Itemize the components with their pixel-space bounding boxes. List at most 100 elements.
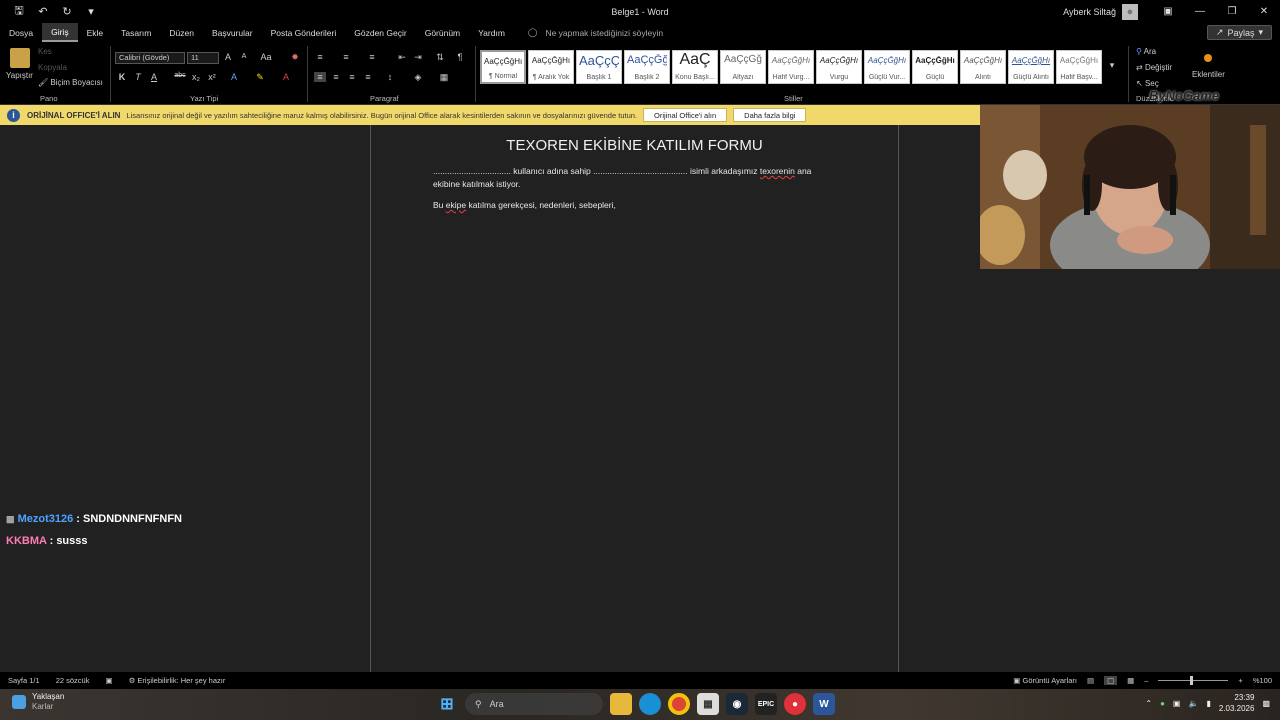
style-heading-1[interactable]: AaÇçÇ Başlık 1 [576,50,622,84]
record-app-icon[interactable]: ● [784,693,806,715]
zoom-slider[interactable] [1158,676,1229,685]
grow-font-icon[interactable]: A [222,52,234,62]
zoom-level[interactable]: %100 [1253,676,1272,685]
save-icon[interactable]: 🖫 [12,5,26,19]
tab-mailings[interactable]: Posta Gönderileri [262,23,346,42]
store-icon[interactable]: ▦ [697,693,719,715]
get-office-button[interactable]: Orijinal Office'i alın [643,108,728,122]
clock[interactable]: 23:39 2.03.2026 [1219,692,1255,714]
highlight-icon[interactable]: ✎ [254,72,266,83]
sort-icon[interactable]: ⇅ [434,52,446,63]
document-page[interactable]: TEXOREN EKİBİNE KATILIM FORMU ..........… [370,125,899,672]
bold-button[interactable]: K [116,72,128,82]
notification-icon[interactable]: ▩ [1262,699,1270,708]
format-painter-button[interactable]: 🖌 Biçim Boyacısı [38,78,103,87]
tab-view[interactable]: Görünüm [416,23,469,42]
find-button[interactable]: ⚲ Ara [1136,47,1156,56]
tab-design[interactable]: Tasarım [112,23,160,42]
justify-icon[interactable]: ≡ [362,72,374,82]
minimize-button[interactable]: — [1184,6,1216,17]
zoom-in-icon[interactable]: + [1238,676,1242,685]
tab-layout[interactable]: Düzen [160,23,203,42]
align-center-icon[interactable]: ≡ [330,72,342,82]
zoom-thumb[interactable] [1190,676,1194,685]
addins-button[interactable]: Eklentiler [1192,70,1225,79]
windows-start-icon[interactable]: ⊞ [436,693,458,715]
mic-icon[interactable]: ● [1160,699,1165,708]
tab-help[interactable]: Yardım [469,23,514,42]
shrink-font-icon[interactable]: A [238,53,250,60]
underline-button[interactable]: A [148,72,160,82]
tab-review[interactable]: Gözden Geçir [345,23,415,42]
edge-icon[interactable] [639,693,661,715]
chrome-icon[interactable] [668,693,690,715]
bullets-icon[interactable]: ≡ [314,52,326,62]
zoom-out-icon[interactable]: – [1144,676,1148,685]
italic-button[interactable]: T [132,72,144,82]
display-settings-button[interactable]: ▣ Görüntü Ayarları [1013,676,1077,685]
style-normal[interactable]: AaÇçĞğHı ¶ Normal [480,50,526,84]
paste-icon[interactable] [10,48,30,68]
learn-more-button[interactable]: Daha fazla bilgi [733,108,807,122]
document-heading[interactable]: TEXOREN EKİBİNE KATILIM FORMU [371,137,898,154]
maximize-button[interactable]: ❐ [1216,6,1248,17]
paragraph-1[interactable]: ................................. kullan… [433,165,833,191]
style-quote[interactable]: AaÇçĞğHı Alıntı [960,50,1006,84]
paragraph-2[interactable]: Bu ekipe katılma gerekçesi, nedenleri, s… [433,199,833,212]
font-name-select[interactable]: Calibri (Gövde) [115,52,185,64]
align-right-icon[interactable]: ≡ [346,72,358,82]
style-heading-2[interactable]: AaÇçĞğ Başlık 2 [624,50,670,84]
clear-formatting-icon[interactable]: ✸ [289,52,301,63]
decrease-indent-icon[interactable]: ⇤ [396,52,408,63]
font-size-select[interactable]: 11 [187,52,219,64]
file-explorer-icon[interactable] [610,693,632,715]
style-emphasis[interactable]: AaÇçĞğHı Vurgu [816,50,862,84]
text-effects-icon[interactable]: A [228,72,240,82]
redo-icon[interactable]: ↻ [60,5,74,19]
styles-more-icon[interactable]: ▾ [1106,60,1118,71]
style-subtle-emphasis[interactable]: AaÇçĞğHı Hafif Vurg... [768,50,814,84]
align-left-icon[interactable]: ≡ [314,72,326,82]
borders-icon[interactable]: ▦ [438,72,450,83]
share-button[interactable]: ↗ Paylaş ▾ [1206,25,1272,40]
user-name[interactable]: Ayberk Siltağ [1063,7,1116,17]
paste-button[interactable]: Yapıştır [6,71,33,80]
style-intense-quote[interactable]: AaÇçĞğHı Güçlü Alıntı [1008,50,1054,84]
cut-button[interactable]: Kes [38,47,52,56]
copy-button[interactable]: Kopyala [38,63,67,72]
customize-toolbar-icon[interactable]: ▾ [84,5,98,19]
avatar[interactable]: ● [1122,3,1138,20]
show-marks-icon[interactable]: ¶ [454,52,466,62]
volume-icon[interactable]: 🔈 [1188,699,1198,708]
battery-icon[interactable]: ▮ [1206,699,1210,708]
multilevel-list-icon[interactable]: ≡ [366,52,378,62]
style-no-spacing[interactable]: AaÇçĞğHı ¶ Aralık Yok [528,50,574,84]
tab-home[interactable]: Giriş [42,23,78,42]
page-count[interactable]: Sayfa 1/1 [8,676,40,685]
replace-button[interactable]: ⇄ Değiştir [1136,63,1172,72]
tab-insert[interactable]: Ekle [78,23,113,42]
epic-games-icon[interactable]: EPIC [755,693,777,715]
style-strong[interactable]: AaÇçĞğHı Güçlü [912,50,958,84]
ribbon-display-icon[interactable]: ▣ [1152,6,1184,17]
close-button[interactable]: ✕ [1248,6,1280,17]
read-mode-icon[interactable]: ▤ [1087,676,1094,685]
style-subtitle[interactable]: AaÇçĞğ Altyazı [720,50,766,84]
print-layout-icon[interactable]: ▢ [1104,676,1118,685]
proofing-icon[interactable]: ▣ [105,676,112,685]
subscript-button[interactable]: x₂ [190,72,202,82]
tab-references[interactable]: Başvurular [203,23,262,42]
steam-icon[interactable]: ◉ [726,693,748,715]
undo-icon[interactable]: ↶ [36,5,50,19]
numbering-icon[interactable]: ≡ [340,52,352,62]
style-subtle-reference[interactable]: AaÇçĞğHı Hafif Başv... [1056,50,1102,84]
word-count[interactable]: 22 sözcük [56,676,90,685]
misspelled-word[interactable]: texorenin [760,166,795,176]
web-layout-icon[interactable]: ▦ [1127,676,1134,685]
style-intense-emphasis[interactable]: AaÇçĞğHı Güçlü Vur... [864,50,910,84]
line-spacing-icon[interactable]: ↕ [384,72,396,82]
select-button[interactable]: ↖ Seç [1136,79,1159,88]
font-color-icon[interactable]: A [280,72,292,82]
tab-file[interactable]: Dosya [0,23,42,42]
strikethrough-button[interactable]: abc [174,72,186,79]
